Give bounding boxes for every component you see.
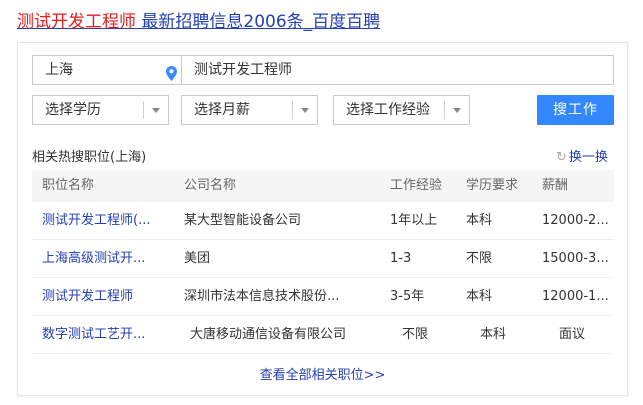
select-divider	[143, 101, 144, 119]
salary-value: 面议	[559, 327, 586, 342]
job-title-link[interactable]: 测试开发工程师(...	[42, 202, 170, 239]
education-select[interactable]: 选择学历	[32, 95, 169, 125]
chevron-down-icon	[453, 108, 461, 113]
salary-value: 12000-2...	[542, 213, 609, 228]
education-value: 本科	[466, 213, 493, 228]
header-education: 学历要求	[466, 178, 519, 193]
select-divider	[292, 101, 293, 119]
experience-select-label: 选择工作经验	[346, 102, 430, 118]
salary-value: 15000-3...	[542, 251, 609, 266]
location-input[interactable]: 上海	[32, 55, 186, 85]
related-jobs-title: 相关热搜职位(上海)	[32, 150, 147, 165]
refresh-label: 换一换	[568, 150, 608, 165]
experience-value: 3-5年	[390, 289, 425, 304]
table-header: 职位名称 公司名称 工作经验 学历要求 薪酬	[32, 170, 614, 202]
experience-value: 1-3	[390, 251, 412, 266]
education-select-label: 选择学历	[45, 102, 101, 118]
salary-value: 12000-1...	[542, 289, 609, 304]
education-value: 本科	[480, 327, 507, 342]
experience-select[interactable]: 选择工作经验	[333, 95, 470, 125]
education-value: 不限	[466, 251, 493, 266]
job-search-card: 上海 测试开发工程师 选择学历 选择月薪 选择工作经验 搜工作 相关热搜职位(上…	[17, 42, 628, 396]
map-pin-icon[interactable]	[166, 63, 177, 91]
headline-highlight: 测试开发工程师	[17, 12, 136, 32]
company-name: 某大型智能设备公司	[184, 213, 302, 228]
chevron-down-icon	[301, 108, 309, 113]
company-name: 大唐移动通信设备有限公司	[190, 327, 347, 342]
header-salary: 薪酬	[542, 178, 569, 193]
location-value: 上海	[45, 62, 73, 78]
result-headline-link[interactable]: 测试开发工程师 最新招聘信息2006条_百度百聘	[17, 10, 380, 34]
salary-select[interactable]: 选择月薪	[181, 95, 318, 125]
table-row: 测试开发工程师 深圳市法本信息技术股份... 3-5年 本科 12000-1..…	[32, 278, 614, 316]
chevron-down-icon	[152, 108, 160, 113]
experience-value: 1年以上	[390, 213, 438, 228]
job-title-link[interactable]: 测试开发工程师	[42, 278, 170, 315]
table-row: 测试开发工程师(... 某大型智能设备公司 1年以上 本科 12000-2...	[32, 202, 614, 240]
salary-select-label: 选择月薪	[194, 102, 250, 118]
select-divider	[444, 101, 445, 119]
experience-value: 不限	[402, 327, 429, 342]
header-company: 公司名称	[184, 178, 237, 193]
table-row: 上海高级测试开... 美团 1-3 不限 15000-3...	[32, 240, 614, 278]
job-title-link[interactable]: 上海高级测试开...	[42, 240, 170, 277]
company-name: 美团	[184, 251, 211, 266]
header-position: 职位名称	[42, 178, 95, 193]
refresh-icon: ↻	[556, 150, 567, 165]
search-jobs-button[interactable]: 搜工作	[537, 95, 614, 125]
header-experience: 工作经验	[390, 178, 443, 193]
job-title-link[interactable]: 数字测试工艺开...	[42, 316, 170, 353]
company-name: 深圳市法本信息技术股份...	[184, 289, 340, 304]
table-row: 数字测试工艺开... 大唐移动通信设备有限公司 不限 本科 面议	[32, 316, 614, 354]
headline-rest: 最新招聘信息2006条_百度百聘	[136, 12, 381, 32]
refresh-button[interactable]: ↻ 换一换	[556, 146, 608, 165]
keyword-input[interactable]: 测试开发工程师	[181, 55, 614, 85]
keyword-value: 测试开发工程师	[194, 62, 292, 78]
education-value: 本科	[466, 289, 493, 304]
see-all-jobs-link[interactable]: 查看全部相关职位>>	[18, 364, 627, 383]
